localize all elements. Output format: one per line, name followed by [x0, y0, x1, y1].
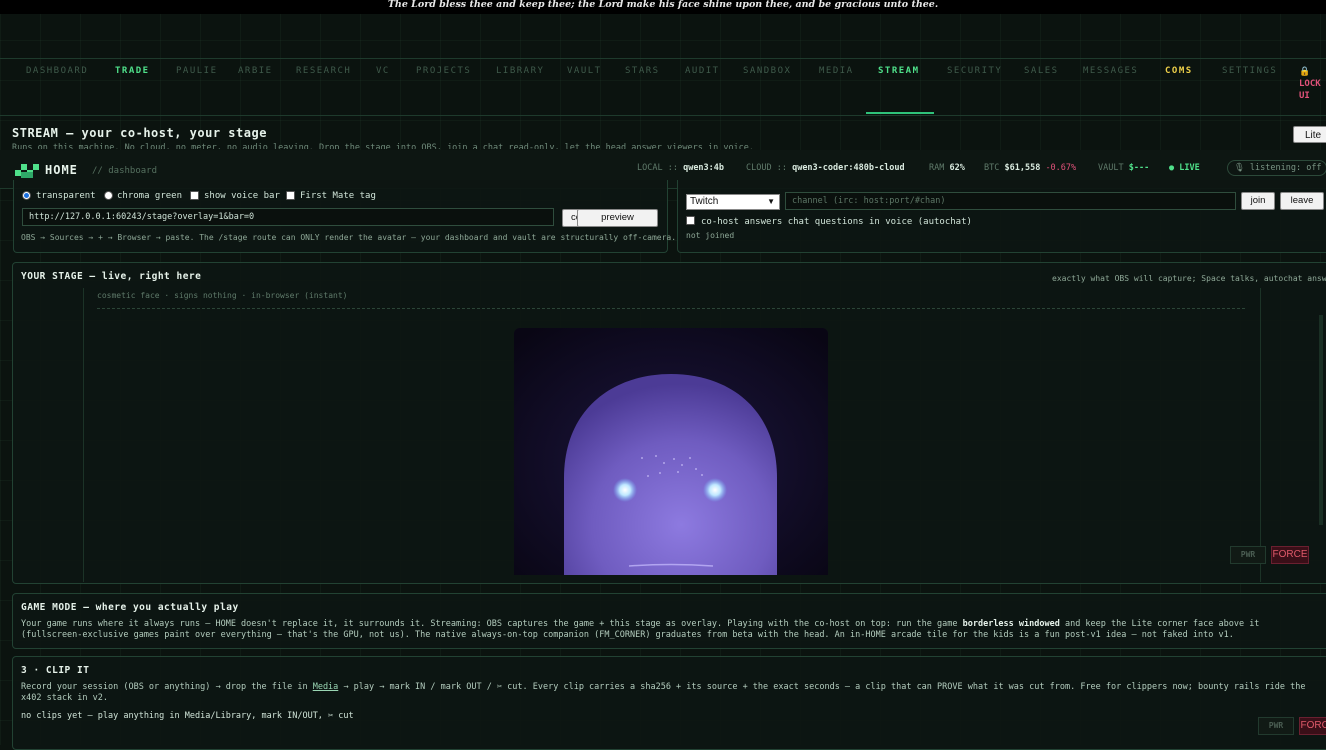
nav-security[interactable]: SECURITY	[947, 66, 1002, 76]
chat-panel: Twitch ▼ channel (irc: host:port/#chan) …	[677, 180, 1326, 253]
listening-toggle[interactable]: 🎙 listening: off	[1227, 160, 1326, 176]
platform-value: Twitch	[690, 196, 719, 207]
right-eye	[703, 478, 727, 502]
chat-status: not joined	[686, 231, 735, 240]
padlock-icon: 🔒	[1299, 67, 1311, 77]
chroma-radio[interactable]	[104, 191, 113, 200]
page-subtitle: Runs on this machine. No cloud, no meter…	[12, 143, 755, 149]
lock-label: LOCK	[1299, 79, 1321, 89]
lite-button[interactable]: Lite	[1293, 126, 1326, 143]
overlay-url-field[interactable]: http://127.0.0.1:60243/stage?overlay=1&b…	[22, 208, 554, 226]
main-nav: DASHBOARD TRADE PAULIE ARBIE RESEARCH VC…	[0, 58, 1326, 114]
ram-stat: RAM 62%	[929, 163, 965, 173]
nav-library[interactable]: LIBRARY	[496, 66, 544, 76]
nav-bottom-divider	[0, 115, 1326, 116]
first-mate-label: First Mate tag	[300, 191, 376, 201]
channel-input[interactable]: channel (irc: host:port/#chan)	[785, 192, 1236, 210]
stage-note: exactly what OBS will capture; Space tal…	[1052, 274, 1326, 283]
game-mode-text: Your game runs where it always runs — HO…	[21, 619, 1260, 640]
stage-frame: cosmetic face · signs nothing · in-brows…	[83, 288, 1261, 582]
breadcrumb: // dashboard	[92, 166, 158, 176]
chevron-down-icon: ▼	[767, 197, 775, 206]
caption-divider	[97, 308, 1245, 309]
nav-projects[interactable]: PROJECTS	[416, 66, 471, 76]
home-title[interactable]: HOME	[45, 163, 78, 177]
game-mode-panel: GAME MODE — where you actually play Your…	[12, 593, 1326, 649]
autochat-checkbox[interactable]	[686, 216, 695, 225]
nav-research[interactable]: RESEARCH	[296, 66, 351, 76]
nav-messages[interactable]: MESSAGES	[1083, 66, 1138, 76]
nav-dashboard[interactable]: DASHBOARD	[26, 66, 88, 76]
stage-title: YOUR STAGE — live, right here	[21, 271, 202, 282]
pwr-button[interactable]: PWR	[1230, 546, 1266, 564]
voice-bar-label: show voice bar	[204, 191, 280, 201]
media-link[interactable]: Media	[313, 682, 339, 692]
live-indicator: ● LIVE	[1169, 163, 1200, 173]
clip-pwr-button[interactable]: PWR	[1258, 717, 1294, 735]
nav-stream[interactable]: STREAM	[878, 66, 920, 76]
cloud-model-stat: CLOUD :: qwen3-coder:480b-cloud	[746, 163, 905, 173]
game-mode-title: GAME MODE — where you actually play	[21, 602, 239, 613]
obs-hint: OBS → Sources → + → Browser → paste. The…	[21, 233, 677, 242]
nav-trade[interactable]: TRADE	[115, 66, 150, 76]
clip-panel: 3 · CLIP IT Record your session (OBS or …	[12, 656, 1326, 750]
avatar-canvas	[514, 328, 828, 575]
nav-arbie[interactable]: ARBIE	[238, 66, 273, 76]
lock-ui-button[interactable]: 🔒 LOCK UI	[1299, 66, 1321, 102]
clips-empty-state: no clips yet — play anything in Media/Li…	[21, 711, 354, 721]
btc-stat: BTC $61,558 -0.67%	[984, 163, 1077, 173]
join-button[interactable]: join	[1241, 192, 1275, 210]
cohost-face-avatar	[514, 328, 828, 575]
nav-stars[interactable]: STARS	[625, 66, 660, 76]
stage-scrollbar[interactable]	[1319, 315, 1323, 525]
clip-force-button[interactable]: FORCE	[1299, 717, 1326, 735]
face-shape	[564, 374, 777, 575]
clip-title: 3 · CLIP IT	[21, 665, 90, 676]
transparent-label: transparent	[36, 191, 96, 201]
local-model-stat: LOCAL :: qwen3:4b	[637, 163, 725, 173]
page-title: STREAM — your co-host, your stage	[12, 126, 267, 140]
platform-select[interactable]: Twitch ▼	[686, 194, 780, 210]
blessing-banner: The Lord bless thee and keep thee; the L…	[0, 0, 1326, 14]
first-mate-checkbox[interactable]	[286, 191, 295, 200]
nav-vc[interactable]: VC	[376, 66, 390, 76]
lock-label-ui: UI	[1299, 91, 1310, 101]
nav-vault[interactable]: VAULT	[567, 66, 602, 76]
vault-stat: VAULT $---	[1098, 163, 1150, 173]
transparent-radio[interactable]	[22, 191, 31, 200]
force-button[interactable]: FORCE	[1271, 546, 1309, 564]
nav-media[interactable]: MEDIA	[819, 66, 854, 76]
face-caption: cosmetic face · signs nothing · in-brows…	[97, 291, 348, 300]
nav-paulie[interactable]: PAULIE	[176, 66, 218, 76]
autochat-label: co-host answers chat questions in voice …	[701, 217, 972, 227]
home-logo-icon	[15, 164, 39, 178]
active-tab-underline	[866, 112, 934, 114]
left-eye	[613, 478, 637, 502]
stage-panel: YOUR STAGE — live, right here exactly wh…	[12, 262, 1326, 584]
obs-overlay-panel: transparent chroma green show voice bar …	[13, 180, 676, 253]
clip-text: Record your session (OBS or anything) → …	[21, 682, 1306, 703]
nav-settings[interactable]: SETTINGS	[1222, 66, 1277, 76]
nav-sales[interactable]: SALES	[1024, 66, 1059, 76]
nav-coms[interactable]: COMS	[1165, 66, 1193, 76]
leave-button[interactable]: leave	[1280, 192, 1324, 210]
preview-button[interactable]: preview	[577, 209, 658, 227]
nav-sandbox[interactable]: SANDBOX	[743, 66, 791, 76]
chroma-label: chroma green	[117, 191, 183, 201]
nav-audit[interactable]: AUDIT	[685, 66, 720, 76]
voice-bar-checkbox[interactable]	[190, 191, 199, 200]
